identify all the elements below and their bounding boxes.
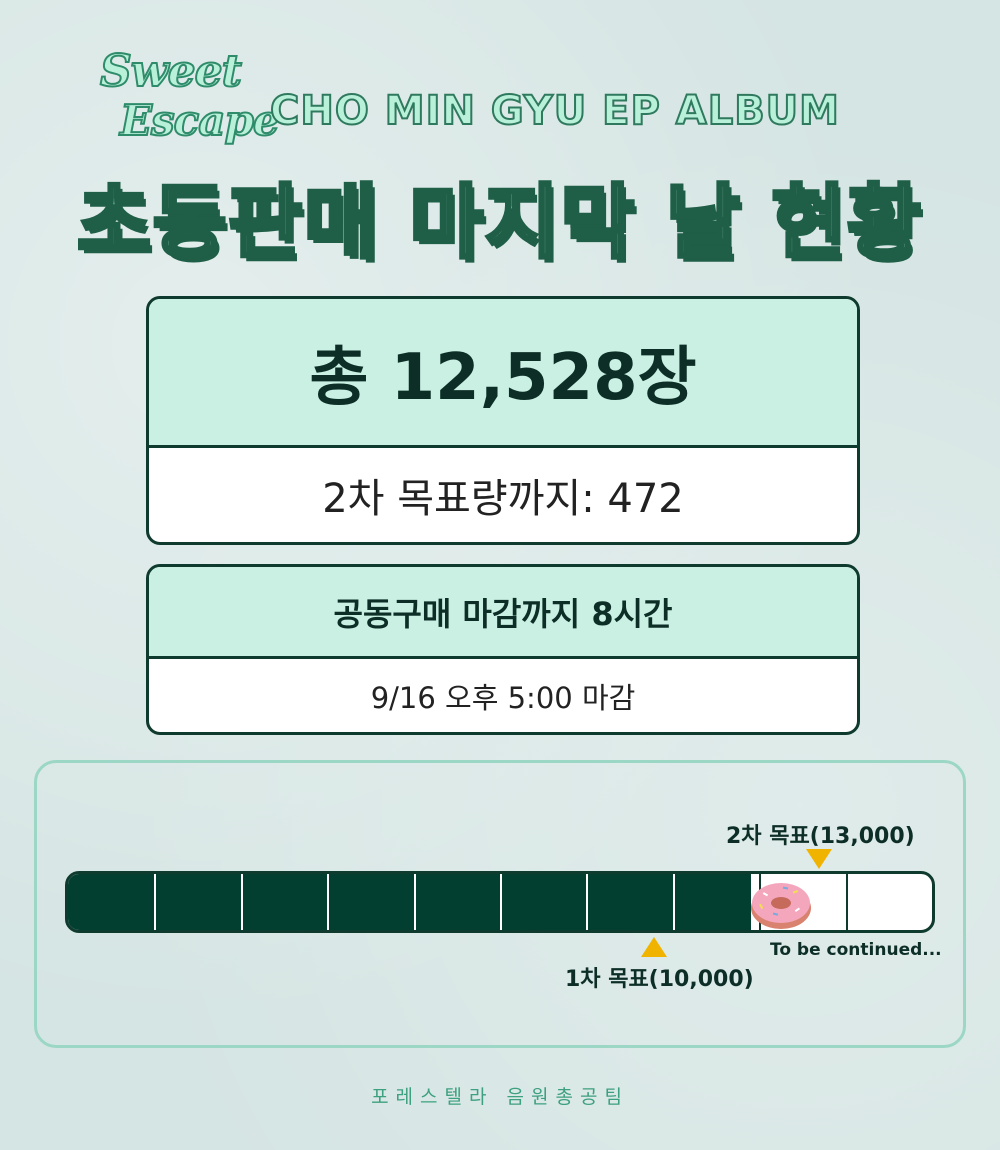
- deadline-title: 공동구매 마감까지 8시간: [149, 567, 857, 659]
- logo-word-escape: Escape: [119, 95, 281, 146]
- progress-divider: [240, 874, 243, 930]
- logo-word-sweet: Sweet: [99, 45, 243, 98]
- progress-divider: [154, 874, 157, 930]
- goal1-label: 1차 목표(10,000): [565, 967, 754, 992]
- donut-icon: [751, 883, 811, 929]
- progress-divider: [845, 874, 848, 930]
- triangle-up-icon: [641, 937, 667, 957]
- remaining-to-goal: 2차 목표량까지: 472: [322, 476, 684, 522]
- album-subtitle: CHO MIN GYU EP ALBUM: [269, 87, 840, 135]
- progress-fill: [68, 874, 751, 930]
- progress-divider: [413, 874, 416, 930]
- triangle-down-icon: [806, 849, 832, 869]
- footer-credit: 포레스텔라 음원총공팀: [371, 1086, 629, 1108]
- goal2-label: 2차 목표(13,000): [726, 824, 915, 849]
- total-sales-value: 총 12,528장: [149, 299, 857, 448]
- progress-divider: [586, 874, 589, 930]
- total-sales-card: 총 12,528장 2차 목표량까지: 472: [146, 296, 860, 545]
- to-be-continued-label: To be continued...: [770, 940, 942, 960]
- progress-divider: [672, 874, 675, 930]
- page-headline: 초동판매 마지막 날 현황: [75, 174, 923, 271]
- progress-divider: [327, 874, 330, 930]
- deadline-card: 공동구매 마감까지 8시간 9/16 오후 5:00 마감: [146, 564, 860, 735]
- sweet-escape-logo: Sweet Escape: [92, 40, 281, 160]
- progress-divider: [500, 874, 502, 930]
- deadline-detail: 9/16 오후 5:00 마감: [370, 680, 636, 715]
